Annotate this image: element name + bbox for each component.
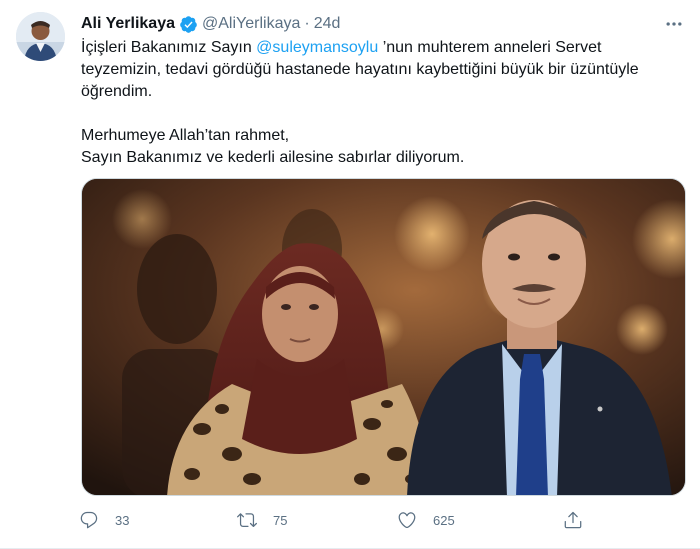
reply-count: 33 xyxy=(115,512,130,528)
like-icon xyxy=(398,512,416,529)
tweet-paragraph-1: İçişleri Bakanımız Sayın @suleymansoylu … xyxy=(81,37,681,103)
reply-button[interactable]: 33 xyxy=(79,506,129,534)
text-para2-line2: Sayın Bakanımız ve kederli ailesine sabı… xyxy=(81,149,465,166)
retweet-button[interactable]: 75 xyxy=(237,506,287,534)
more-button[interactable] xyxy=(662,12,686,36)
avatar-photo-icon xyxy=(16,12,65,61)
timestamp[interactable]: 24d xyxy=(314,15,341,33)
tweet-photo[interactable] xyxy=(81,178,686,496)
like-count: 625 xyxy=(433,512,455,528)
tweet-header: Ali Yerlikaya @AliYerlikaya · 24d xyxy=(81,13,340,35)
tweet-paragraph-2: Merhumeye Allah’tan rahmet, Sayın Bakanım… xyxy=(81,125,681,169)
share-icon xyxy=(564,511,582,529)
more-icon xyxy=(666,22,682,26)
tweet-actions: 33 75 625 xyxy=(79,506,599,534)
verified-icon xyxy=(179,15,198,34)
author-handle[interactable]: @AliYerlikaya xyxy=(202,15,300,33)
photo-image xyxy=(82,179,685,495)
retweet-count: 75 xyxy=(273,512,288,528)
display-name[interactable]: Ali Yerlikaya xyxy=(81,15,175,33)
retweet-icon xyxy=(237,513,257,528)
tweet[interactable]: Ali Yerlikaya @AliYerlikaya · 24d İçişle… xyxy=(0,0,700,549)
tweet-text: İçişleri Bakanımız Sayın @suleymansoylu … xyxy=(81,37,681,169)
text-para2-line1: Merhumeye Allah’tan rahmet, xyxy=(81,127,290,144)
mention-link[interactable]: @suleymansoylu xyxy=(256,39,378,56)
like-button[interactable]: 625 xyxy=(397,506,455,534)
share-button[interactable] xyxy=(563,506,583,534)
separator-dot: · xyxy=(304,15,310,32)
avatar[interactable] xyxy=(16,12,65,61)
reply-icon xyxy=(80,511,98,529)
text-intro: İçişleri Bakanımız Sayın xyxy=(81,39,257,56)
